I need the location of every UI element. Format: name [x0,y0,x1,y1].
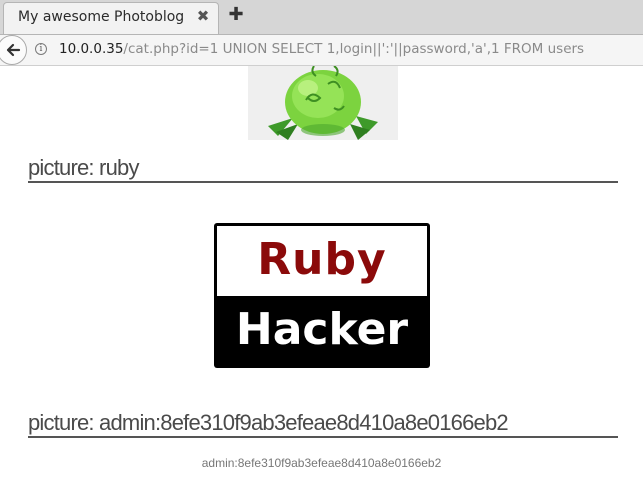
logo-word-hacker: Hacker [235,304,409,355]
ruby-hacker-image[interactable]: Ruby Hacker [214,223,430,368]
picture-caption: admin:8efe310f9ab3efeae8d410a8e0166eb2 [201,456,442,470]
green-creature-image [268,66,378,140]
tab-title: My awesome Photoblog [18,9,185,25]
picture-title: picture: ruby [28,155,618,183]
logo-word-ruby: Ruby [257,234,387,285]
picture-thumbnail[interactable] [248,66,398,140]
back-button[interactable] [0,35,27,65]
url-bar[interactable]: 10.0.0.35/cat.php?id=1 UNION SELECT 1,lo… [59,41,584,57]
tab-photoblog[interactable]: My awesome Photoblog ✖ [3,2,219,34]
logo-top-panel: Ruby [217,226,427,296]
back-arrow-icon [6,43,21,57]
browser-window: My awesome Photoblog ✖ ✚ i 10.0.0.35/cat… [0,0,643,478]
page-content: picture: ruby Ruby Hacker picture: admin… [0,66,643,478]
new-tab-icon[interactable]: ✚ [227,6,245,24]
site-info-icon[interactable]: i [35,43,47,55]
navigation-bar: i 10.0.0.35/cat.php?id=1 UNION SELECT 1,… [0,35,643,66]
tab-strip: My awesome Photoblog ✖ ✚ [0,0,643,35]
picture-title: picture: admin:8efe310f9ab3efeae8d410a8e… [28,410,618,438]
close-tab-icon[interactable]: ✖ [194,7,212,25]
url-host: 10.0.0.35 [59,41,124,57]
url-path: /cat.php?id=1 UNION SELECT 1,login||':'|… [123,41,585,57]
